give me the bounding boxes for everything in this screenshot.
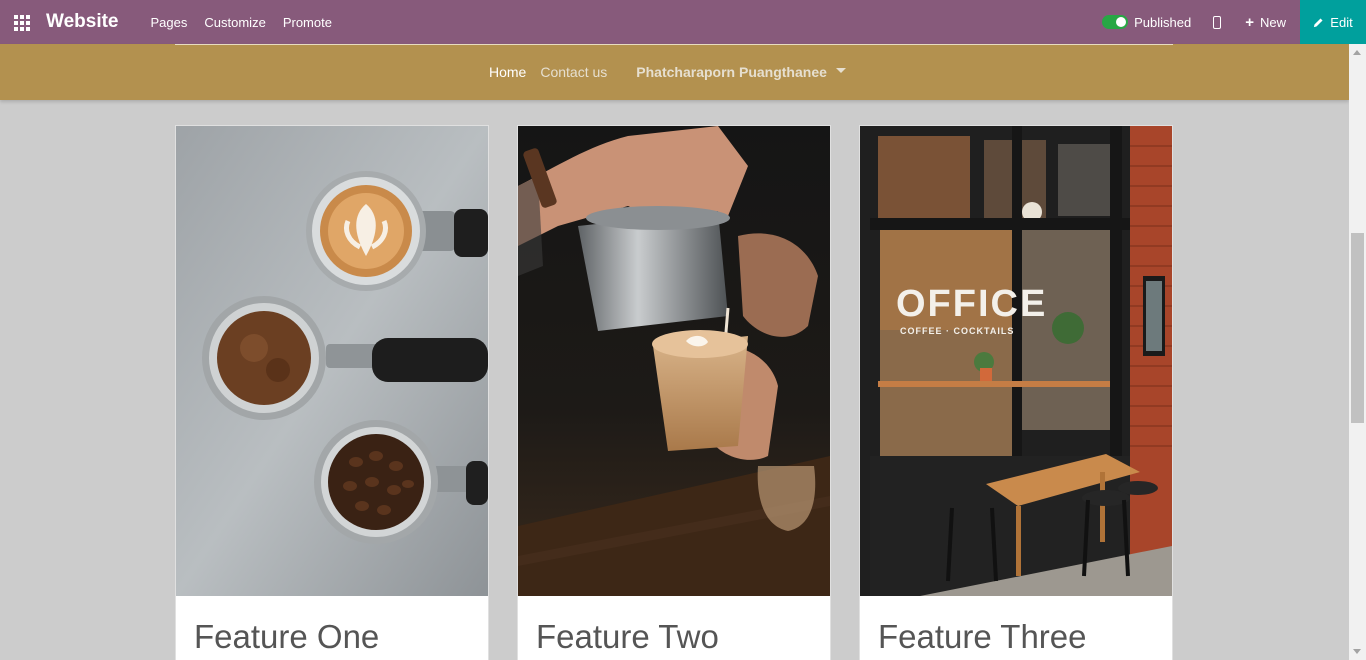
scroll-down-icon[interactable]: [1353, 649, 1361, 654]
page-scrollbar[interactable]: [1349, 44, 1366, 660]
nav-user-menu[interactable]: Phatcharaporn Puangthanee: [636, 64, 846, 80]
barista-pouring-latte-image: [518, 126, 830, 596]
nav-home[interactable]: Home: [489, 64, 526, 80]
header-divider: [175, 44, 1173, 45]
nav-contact-us[interactable]: Contact us: [540, 64, 607, 80]
mobile-preview-icon[interactable]: [1213, 15, 1222, 29]
feature-card-one: Feature One: [175, 125, 489, 660]
pencil-icon: [1314, 17, 1323, 27]
menu-customize[interactable]: Customize: [204, 15, 265, 30]
card-title: Feature Two: [536, 618, 719, 655]
edit-button[interactable]: Edit: [1300, 0, 1366, 44]
feature-card-two: Feature Two: [517, 125, 831, 660]
admin-topbar: Website Pages Customize Promote Publishe…: [0, 0, 1366, 44]
user-name: Phatcharaporn Puangthanee: [636, 64, 827, 80]
new-button[interactable]: + New: [1245, 14, 1286, 31]
caret-down-icon: [835, 68, 846, 73]
svg-text:OFFICE: OFFICE: [896, 283, 1047, 325]
app-title[interactable]: Website: [46, 11, 119, 33]
feature-card-three: OFFICE COFFEE · COCKTAILS Feature Three: [859, 125, 1173, 660]
menu-promote[interactable]: Promote: [283, 15, 332, 30]
site-navigation: Home Contact us Phatcharaporn Puangthane…: [489, 64, 846, 80]
office-coffee-storefront-image: OFFICE COFFEE · COCKTAILS: [860, 126, 1172, 596]
card-title: Feature One: [194, 618, 380, 655]
new-label: New: [1259, 14, 1286, 30]
scrollbar-thumb[interactable]: [1351, 233, 1364, 423]
svg-text:COFFEE · COCKTAILS: COFFEE · COCKTAILS: [900, 326, 1014, 336]
published-label[interactable]: Published: [1134, 15, 1191, 30]
card-title: Feature Three: [878, 618, 1087, 655]
edit-label: Edit: [1330, 14, 1353, 30]
scroll-up-icon[interactable]: [1353, 50, 1361, 55]
published-toggle[interactable]: [1102, 15, 1129, 29]
apps-grid-icon[interactable]: [14, 15, 30, 31]
espresso-portafilters-image: [176, 126, 488, 596]
topbar-actions: Published + New Edit: [1102, 0, 1366, 44]
website-header: Home Contact us Phatcharaporn Puangthane…: [0, 44, 1349, 100]
plus-icon: +: [1245, 13, 1254, 31]
menu-pages[interactable]: Pages: [151, 15, 188, 30]
